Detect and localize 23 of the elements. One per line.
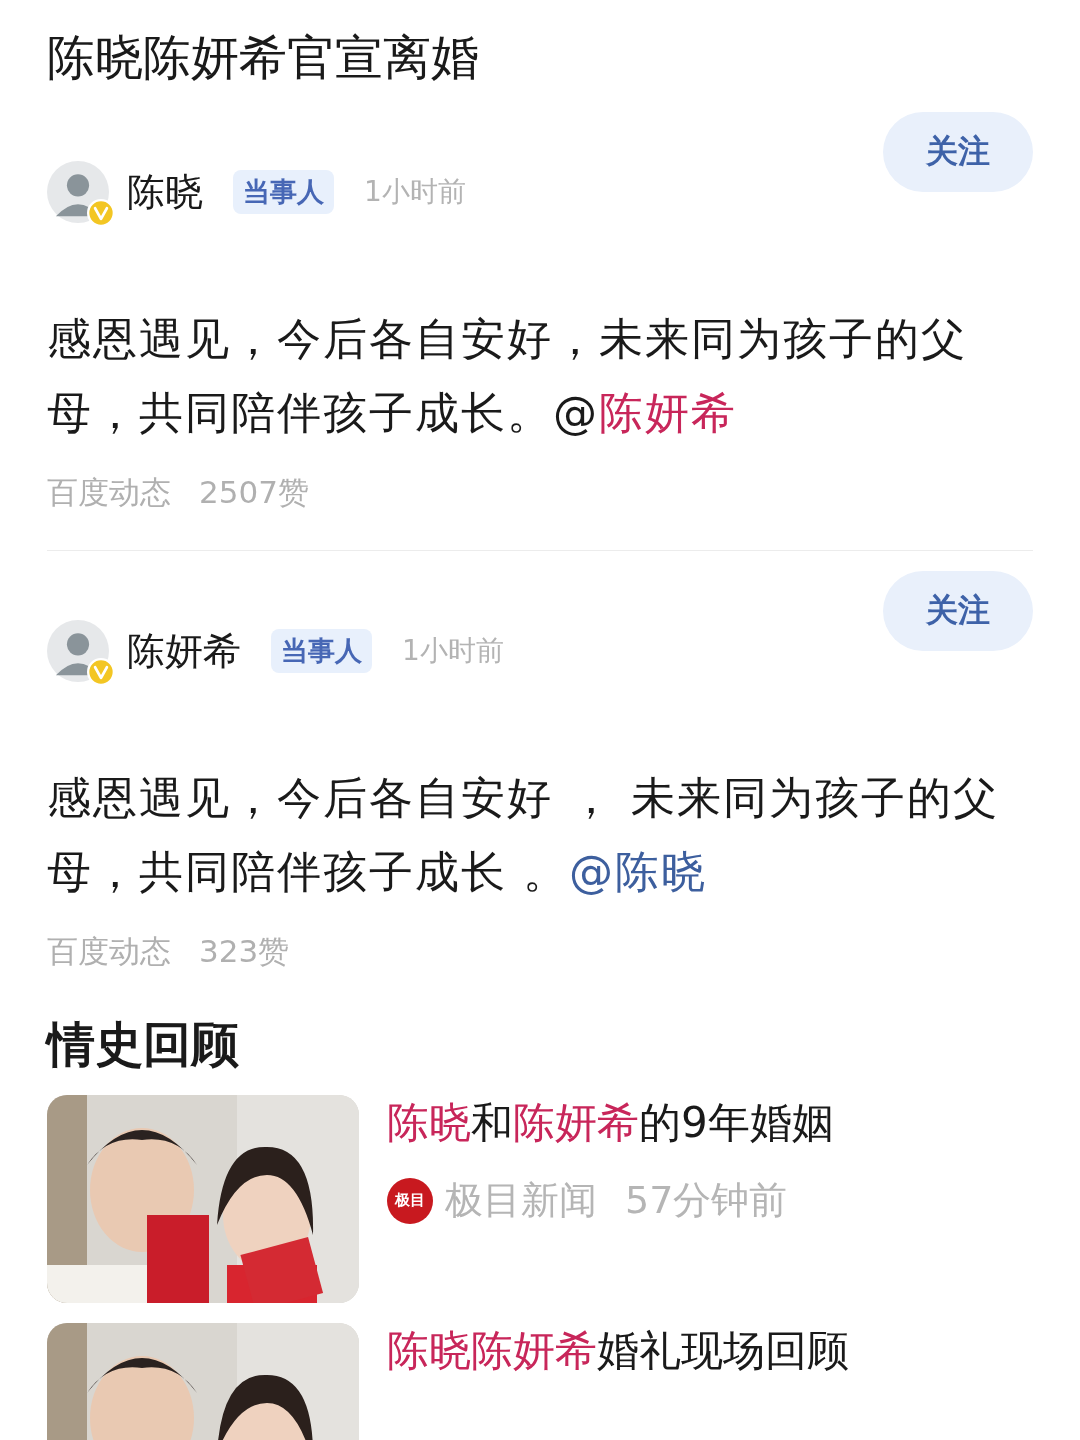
section-title: 情史回顾 (47, 1015, 240, 1074)
follow-button[interactable]: 关注 (883, 112, 1033, 192)
role-tag: 当事人 (233, 170, 334, 214)
post-text: 感恩遇见，今后各自安好，未来同为孩子的父母，共同陪伴孩子成长。@陈妍希 (47, 312, 968, 440)
news-title[interactable]: 陈晓陈妍希婚礼现场回顾 (387, 1323, 849, 1379)
news-title[interactable]: 陈晓和陈妍希的9年婚姻 (387, 1095, 834, 1151)
post-text: 感恩遇见，今后各自安好 ， 未来同为孩子的父母，共同陪伴孩子成长 。@陈晓 (47, 771, 1000, 899)
post-time: 1小时前 (364, 174, 466, 210)
mention-link[interactable]: @陈晓 (569, 846, 707, 897)
news-source: 极目新闻 (445, 1177, 597, 1224)
like-count: 323赞 (199, 932, 290, 971)
author-name[interactable]: 陈晓 (127, 166, 203, 218)
author-name[interactable]: 陈妍希 (127, 625, 241, 677)
mention-link[interactable]: 陈妍希 (599, 387, 737, 438)
news-time: 57分钟前 (625, 1177, 788, 1224)
post-source: 百度动态 (47, 932, 171, 971)
post-time: 1小时前 (402, 633, 504, 669)
post-source: 百度动态 (47, 473, 171, 512)
like-count: 2507赞 (199, 473, 309, 512)
source-logo: 极目 (387, 1177, 433, 1224)
follow-button[interactable]: 关注 (883, 571, 1033, 651)
role-tag: 当事人 (271, 629, 372, 673)
article-title: 陈晓陈妍希官宣离婚 (47, 28, 480, 87)
